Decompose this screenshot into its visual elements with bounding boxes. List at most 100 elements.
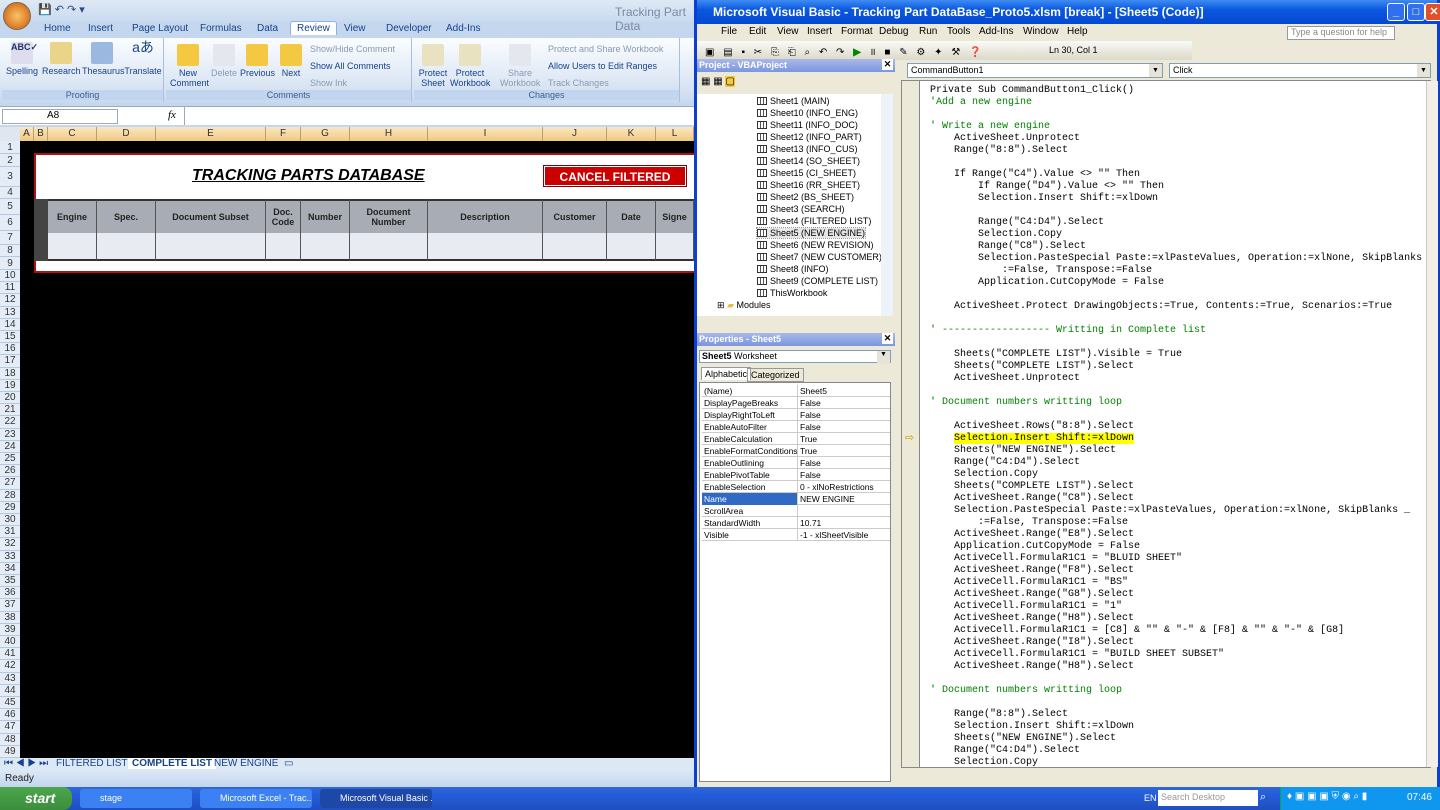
protect-workbook-button[interactable]: Protect Workbook [450,44,490,88]
row-header[interactable]: 10 [0,270,20,283]
name-box[interactable]: A8 [2,109,118,124]
table-cell[interactable] [266,233,301,261]
row-header[interactable]: 26 [0,465,20,478]
row-header[interactable]: 37 [0,599,20,612]
code-line[interactable]: ActiveSheet.Rows("8:8").Select [930,421,1134,433]
code-line[interactable]: Selection.Copy [930,469,1038,481]
row-header[interactable]: 49 [0,745,20,758]
row-header[interactable]: 34 [0,562,20,575]
property-value[interactable]: -1 - xlSheetVisible [800,529,868,541]
menu-file[interactable]: File [721,26,737,37]
tray-icons[interactable]: ♦ ▣ ▣ ▣ ⛨ ◉ ⌕ ▮ [1287,791,1367,802]
tree-vertical-scrollbar[interactable] [881,94,893,316]
select-all-corner[interactable] [0,127,20,141]
tree-item[interactable]: Sheet11 (INFO_DOC) [757,120,858,130]
code-line[interactable]: Range("C4:D4").Select [930,457,1080,469]
code-line[interactable]: Sheets("COMPLETE LIST").Select [930,361,1134,373]
sheet-nav-arrows[interactable]: ⏮ ◀ ▶ ⏭ [4,758,48,769]
code-line[interactable]: 'Add a new engine [930,97,1032,109]
code-margin[interactable] [902,81,920,767]
code-line[interactable]: Application.CutCopyMode = False [930,541,1140,553]
tree-item[interactable]: Sheet1 (MAIN) [757,96,830,106]
search-desktop-input[interactable]: Search Desktop [1158,790,1258,806]
row-header[interactable]: 15 [0,331,20,344]
table-cell[interactable] [428,233,543,261]
column-header[interactable]: H [350,127,428,141]
row-header[interactable]: 2 [0,154,20,167]
share-workbook-button[interactable]: Share Workbook [500,44,540,88]
row-header[interactable]: 16 [0,343,20,356]
code-line[interactable]: Application.CutCopyMode = False [930,277,1164,289]
row-header[interactable]: 6 [0,215,20,231]
code-line[interactable]: ActiveSheet.Protect DrawingObjects:=True… [930,301,1392,313]
tab-developer[interactable]: Developer [386,23,432,34]
property-row[interactable]: EnableCalculation True [702,433,890,445]
code-line[interactable]: ActiveSheet.Unprotect [930,133,1080,145]
language-indicator[interactable]: EN [1144,793,1157,803]
tab-formulas[interactable]: Formulas [200,23,242,34]
code-line[interactable]: Selection.Insert Shift:=xlDown [930,721,1134,733]
property-value[interactable]: True [800,433,817,445]
property-row[interactable]: EnableOutlining False [702,457,890,469]
thesaurus-button[interactable]: Thesaurus [82,42,125,76]
column-header[interactable]: F [266,127,301,141]
show-ink-button[interactable]: Show Ink [310,78,347,88]
insert-sheet-icon[interactable]: ▭ [284,758,293,769]
code-line[interactable]: ActiveCell.FormulaR1C1 = "1" [930,601,1122,613]
row-header[interactable]: 14 [0,318,20,331]
help-search-input[interactable]: Type a question for help [1287,26,1395,40]
row-header[interactable]: 18 [0,367,20,380]
property-row[interactable]: StandardWidth 10.71 [702,517,890,529]
code-line[interactable]: Selection.PasteSpecial Paste:=xlPasteVal… [930,253,1422,265]
object-selector[interactable]: Sheet5 Worksheet ▼ [699,350,891,364]
row-header[interactable]: 43 [0,672,20,685]
translate-button[interactable]: aあ Translate [124,40,162,76]
table-cell[interactable] [48,233,97,261]
row-header[interactable]: 44 [0,684,20,697]
property-value[interactable]: 10.71 [800,517,821,529]
row-header[interactable]: 29 [0,501,20,514]
tree-item[interactable]: Sheet10 (INFO_ENG) [757,108,858,118]
code-line[interactable]: ActiveCell.FormulaR1C1 = [C8] & "" & "-"… [930,625,1344,637]
code-line[interactable]: Sheets("NEW ENGINE").Select [930,733,1116,745]
row-header[interactable]: 1 [0,141,20,154]
allow-users-edit-ranges-button[interactable]: Allow Users to Edit Ranges [548,61,657,71]
track-changes-button[interactable]: Track Changes [548,78,609,88]
tree-item[interactable]: Sheet5 (NEW ENGINE) [755,227,867,239]
table-cell[interactable] [156,233,266,261]
code-line[interactable]: ActiveSheet.Range("C8").Select [930,493,1134,505]
formula-input[interactable] [184,107,694,125]
row-header[interactable]: 19 [0,379,20,392]
row-header[interactable]: 25 [0,453,20,466]
table-cell[interactable] [543,233,607,261]
search-icon[interactable]: ⌕ [1260,791,1266,804]
code-line[interactable]: ActiveCell.FormulaR1C1 = "BS" [930,577,1128,589]
tab-alphabetic[interactable]: Alphabetic [701,367,752,380]
menu-view[interactable]: View [777,26,799,37]
code-line[interactable]: Selection.Copy [930,229,1062,241]
code-line[interactable]: Private Sub CommandButton1_Click() [930,85,1134,97]
code-line[interactable]: ActiveSheet.Range("G8").Select [930,589,1134,601]
menu-debug[interactable]: Debug [879,26,908,37]
property-value[interactable]: False [800,409,821,421]
row-header[interactable]: 31 [0,526,20,539]
menu-insert[interactable]: Insert [807,26,832,37]
research-button[interactable]: Research [42,42,81,76]
row-header[interactable]: 17 [0,355,20,368]
row-header[interactable]: 28 [0,489,20,502]
new-comment-button[interactable]: New Comment [170,44,209,88]
code-line[interactable]: ActiveSheet.Range("F8").Select [930,565,1134,577]
code-line[interactable]: Selection.Copy [930,757,1038,769]
menu-add-ins[interactable]: Add-Ins [979,26,1013,37]
column-header[interactable]: B [34,127,48,141]
code-line[interactable]: Selection.Insert Shift:=xlDown [930,433,1135,445]
row-header[interactable]: 36 [0,587,20,600]
sheet-tab[interactable]: FILTERED LIST [52,758,132,769]
tree-item[interactable]: Sheet2 (BS_SHEET) [757,192,854,202]
property-value[interactable]: False [800,457,821,469]
code-line[interactable]: Range("C4:D4").Select [930,745,1080,757]
procedure-dropdown[interactable]: Click ▼ [1169,63,1431,78]
menu-tools[interactable]: Tools [947,26,970,37]
code-line[interactable]: ActiveCell.FormulaR1C1 = "BLUID SHEET" [930,553,1182,565]
tree-item[interactable]: Sheet14 (SO_SHEET) [757,156,860,166]
